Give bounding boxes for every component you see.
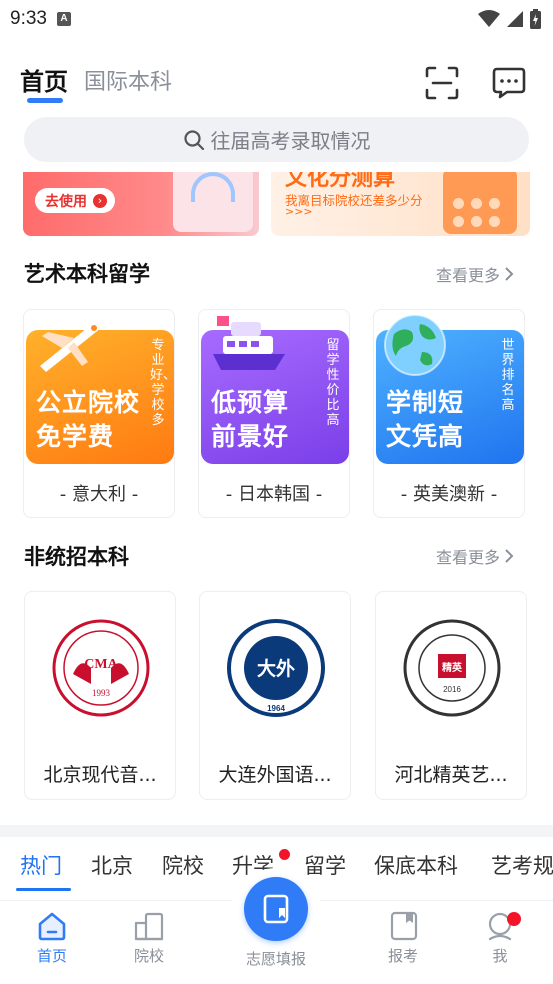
cat-tab-hot[interactable]: 热门 — [20, 850, 62, 880]
hebei-logo-text: 精英 — [442, 661, 463, 674]
globe-icon — [384, 314, 446, 376]
arrow-right-icon: › — [93, 193, 107, 208]
chevron-right-icon — [505, 549, 514, 563]
tab-international-undergrad[interactable]: 国际本科 — [84, 64, 172, 96]
school-name: 北京现代音... — [43, 764, 157, 786]
art-side-note: 世界排名高 — [501, 338, 515, 413]
cat-active-underline — [16, 888, 71, 891]
scan-icon[interactable] — [425, 66, 459, 100]
art-see-more-label: 查看更多 — [436, 266, 501, 285]
art-headline-2: 免学费 — [36, 422, 115, 451]
notification-icon: A — [56, 12, 71, 26]
art-card-label: - 日本韩国 - — [225, 484, 323, 505]
cat-tab-schools[interactable]: 院校 — [162, 850, 204, 880]
art-side-note: 留学性价比高 — [326, 338, 340, 428]
school-name: 河北精英艺... — [394, 764, 508, 786]
art-headline: 低预算 — [211, 388, 290, 417]
cma-logo-year: 1993 — [92, 688, 111, 698]
search-bar[interactable]: 往届高考录取情况 — [24, 117, 529, 162]
school-icon — [134, 912, 164, 941]
cat-tab-art-exam[interactable]: 艺考规 — [491, 850, 553, 880]
apply-icon — [390, 911, 418, 941]
nav-profile[interactable]: 我 — [465, 911, 535, 966]
use-now-label: 去使用 — [45, 193, 87, 210]
art-tile-italy: 公立院校免学费 专业好、学校多 — [26, 320, 177, 464]
art-headline: 学制短 — [386, 388, 465, 417]
badge-dot — [507, 912, 521, 926]
hebei-logo-year: 2016 — [443, 685, 461, 694]
banner-left[interactable]: 去使用 › — [23, 172, 259, 236]
battery-icon — [530, 9, 541, 29]
nav-profile-label: 我 — [492, 947, 508, 965]
art-section-title: 艺术本科留学 — [24, 262, 150, 286]
school-card-dalian-foreign[interactable]: 大外 1964 大连外国语... — [199, 591, 351, 800]
cat-tab-study-abroad[interactable]: 留学 — [304, 850, 346, 880]
art-card-uk-us-au-nz[interactable]: 学制短文凭高 世界排名高 - 英美澳新 - — [373, 309, 525, 518]
art-headline-2: 文凭高 — [386, 422, 465, 451]
home-icon — [38, 912, 66, 941]
school-card-beijing-cma[interactable]: CMA 1993 北京现代音... — [24, 591, 176, 800]
badge-dot — [279, 849, 290, 860]
art-tile-uk-us-au-nz: 学制短文凭高 世界排名高 — [376, 314, 524, 464]
nav-volunteer-fill-label: 志愿填报 — [245, 950, 306, 968]
tab-home[interactable]: 首页 — [20, 62, 68, 97]
school-name: 大连外国语... — [218, 764, 332, 786]
dlufl-logo-year: 1964 — [267, 704, 285, 713]
nav-home[interactable]: 首页 — [17, 911, 87, 966]
tab-active-indicator — [27, 98, 63, 103]
nav-schools-label: 院校 — [133, 947, 164, 965]
art-headline-2: 前景好 — [211, 422, 290, 451]
cat-tab-beijing[interactable]: 北京 — [91, 850, 133, 880]
nav-home-label: 首页 — [36, 947, 67, 965]
art-headline: 公立院校 — [36, 388, 141, 417]
search-placeholder: 往届高考录取情况 — [210, 129, 371, 153]
ship-icon — [213, 316, 285, 370]
status-bar: 9:33 A — [0, 0, 553, 38]
cat-tab-safety-undergrad[interactable]: 保底本科 — [374, 850, 458, 880]
art-side-note: 专业好、学校多 — [150, 338, 177, 428]
dlufl-logo: 大外 1964 — [227, 619, 325, 717]
signal-icon — [507, 11, 523, 27]
nav-apply-label: 报考 — [387, 947, 418, 965]
status-icons — [478, 9, 541, 29]
status-time: 9:33 — [10, 8, 47, 29]
art-card-italy[interactable]: 公立院校免学费 专业好、学校多 - 意大利 - — [23, 309, 177, 518]
hebei-elite-logo: 精英 2016 — [403, 619, 501, 717]
use-now-button[interactable]: 去使用 › — [35, 188, 115, 213]
form-icon — [263, 894, 289, 924]
art-tile-japan-korea: 低预算前景好 留学性价比高 — [201, 316, 349, 464]
nonunified-section-title: 非统招本科 — [24, 545, 129, 569]
art-see-more[interactable]: 查看更多 — [436, 262, 514, 286]
message-icon[interactable] — [491, 66, 527, 100]
search-icon — [183, 129, 204, 150]
airplane-icon — [40, 320, 103, 372]
cma-logo-text: CMA — [84, 657, 118, 672]
school-card-hebei-elite-art[interactable]: 精英 2016 河北精英艺... — [375, 591, 527, 800]
banner-right-arrows: >>> — [285, 205, 313, 218]
calculator-illustration — [443, 172, 517, 234]
nav-schools[interactable]: 院校 — [114, 911, 184, 966]
cma-logo: CMA 1993 — [52, 619, 150, 717]
dlufl-logo-text: 大外 — [257, 657, 295, 680]
section-divider — [0, 825, 553, 837]
top-header: 首页 国际本科 — [0, 56, 553, 106]
nonunified-see-more[interactable]: 查看更多 — [436, 544, 514, 568]
nonunified-see-more-label: 查看更多 — [436, 548, 501, 567]
banner-right[interactable]: 文化分测算 我离目标院校还差多少分 >>> — [271, 172, 530, 236]
wifi-icon — [478, 10, 500, 27]
art-card-label: - 意大利 - — [59, 484, 139, 505]
art-card-japan-korea[interactable]: 低预算前景好 留学性价比高 - 日本韩国 - — [198, 309, 350, 518]
banner-right-title: 文化分测算 — [285, 172, 396, 191]
nav-apply[interactable]: 报考 — [368, 911, 438, 966]
chevron-right-icon — [505, 267, 514, 281]
nav-volunteer-fill-button[interactable] — [244, 877, 308, 941]
art-card-label: - 英美澳新 - — [400, 484, 498, 505]
